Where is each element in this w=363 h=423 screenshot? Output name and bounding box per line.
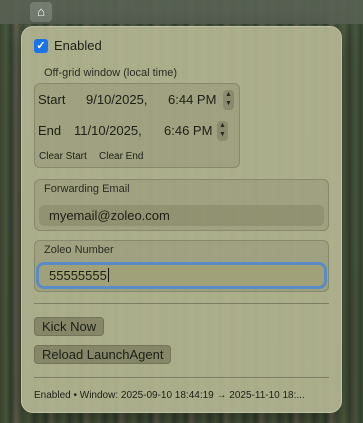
end-label: End	[38, 123, 62, 138]
enabled-checkbox-row[interactable]: ✓ Enabled	[34, 38, 102, 53]
settings-popover: ✓ Enabled Off-grid window (local time) S…	[21, 26, 342, 413]
divider-bottom	[34, 377, 329, 378]
end-time[interactable]: 6:46 PM	[164, 121, 212, 141]
start-label: Start	[38, 92, 66, 107]
zoleo-number-label: Zoleo Number	[44, 244, 114, 256]
menu-bar: ⌂	[0, 0, 363, 24]
start-datetime-picker[interactable]: 9/10/2025, 6:44 PM	[76, 90, 222, 110]
offgrid-window-group: Start 9/10/2025, 6:44 PM ▲ ▼ End 11/10/20…	[34, 83, 240, 168]
house-icon[interactable]: ⌂	[30, 2, 52, 22]
forwarding-email-value: myemail@zoleo.com	[49, 208, 170, 223]
clear-start-button[interactable]: Clear Start	[39, 151, 87, 162]
end-date[interactable]: 11/10/2025,	[74, 121, 142, 141]
zoleo-number-group: Zoleo Number 55555555	[34, 240, 329, 292]
offgrid-title: Off-grid window (local time)	[44, 67, 178, 79]
text-caret	[107, 268, 109, 282]
reload-launchagent-button[interactable]: Reload LaunchAgent	[34, 345, 172, 364]
status-text: Enabled • Window: 2025-09-10 18:44:19 → …	[34, 390, 305, 401]
clear-end-button[interactable]: Clear End	[99, 151, 143, 162]
zoleo-number-value: 55555555	[49, 268, 107, 283]
zoleo-number-field[interactable]: 55555555	[39, 265, 324, 286]
forwarding-email-group: Forwarding Email myemail@zoleo.com	[34, 179, 329, 231]
end-datetime-picker[interactable]: 11/10/2025, 6:46 PM	[68, 121, 222, 141]
start-stepper[interactable]: ▲ ▼	[223, 90, 234, 110]
enabled-label: Enabled	[54, 38, 102, 53]
forwarding-email-field[interactable]: myemail@zoleo.com	[39, 205, 324, 226]
end-stepper[interactable]: ▲ ▼	[217, 121, 228, 141]
forwarding-email-label: Forwarding Email	[44, 183, 130, 195]
divider-top	[34, 303, 329, 304]
kick-now-button[interactable]: Kick Now	[34, 317, 105, 336]
start-time[interactable]: 6:44 PM	[168, 90, 216, 110]
start-date[interactable]: 9/10/2025,	[86, 90, 147, 110]
enabled-checkbox[interactable]: ✓	[34, 38, 48, 53]
